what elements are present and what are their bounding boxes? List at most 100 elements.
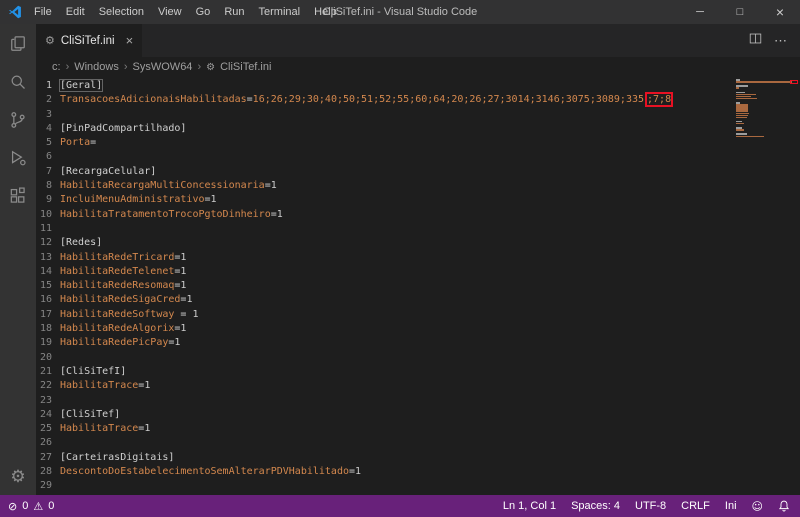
code-line[interactable]: 29 [36, 479, 800, 493]
more-actions-icon[interactable]: ⋯ [774, 33, 788, 49]
status-bar: ⊘ 0 ⚠ 0 Ln 1, Col 1 Spaces: 4 UTF-8 CRLF… [0, 495, 800, 517]
code-line[interactable]: 24[CliSiTef] [36, 408, 800, 422]
code-line[interactable]: 1[Geral] [36, 79, 800, 93]
code-line[interactable]: 9IncluiMenuAdministrativo=1 [36, 193, 800, 207]
code-line[interactable]: 20 [36, 351, 800, 365]
code-line[interactable]: 18HabilitaRedeAlgorix=1 [36, 322, 800, 336]
line-number: 17 [36, 308, 52, 322]
close-button[interactable]: × [760, 0, 800, 24]
code-text: [CarteirasDigitais] [60, 451, 174, 465]
eol-setting[interactable]: CRLF [681, 500, 710, 512]
notifications-bell-icon[interactable] [778, 499, 790, 513]
code-line[interactable]: 7[RecargaCelular] [36, 165, 800, 179]
code-text: IncluiMenuAdministrativo=1 [60, 193, 217, 207]
code-line[interactable]: 15HabilitaRedeResomaq=1 [36, 279, 800, 293]
menu-edit[interactable]: Edit [59, 6, 92, 18]
manage-gear-icon[interactable]: ⚙ [8, 467, 28, 487]
menu-run[interactable]: Run [217, 6, 251, 18]
line-number: 7 [36, 165, 52, 179]
warning-count: 0 [48, 500, 54, 512]
breadcrumb-item[interactable]: CliSiTef.ini [220, 61, 271, 73]
menu-file[interactable]: File [27, 6, 59, 18]
code-token: HabilitaRedeTelenet [60, 266, 174, 277]
code-line[interactable]: 19HabilitaRedePicPay=1 [36, 336, 800, 350]
code-line[interactable]: 11 [36, 222, 800, 236]
code-line[interactable]: 3 [36, 108, 800, 122]
code-line[interactable]: 8 HabilitaRecargaMultiConcessionaria=1 [36, 179, 800, 193]
tab-close-icon[interactable]: × [126, 33, 134, 48]
menu-selection[interactable]: Selection [92, 6, 151, 18]
line-number: 8 [36, 179, 52, 193]
code-token: HabilitaRedePicPay [60, 337, 168, 348]
code-line[interactable]: 21 [CliSiTefI] [36, 365, 800, 379]
code-token: [Geral] [60, 80, 102, 91]
code-text: [CliSiTefI] [60, 365, 126, 379]
code-text: [Redes] [60, 236, 102, 250]
status-bar-right: Ln 1, Col 1 Spaces: 4 UTF-8 CRLF Ini ☺ [503, 499, 790, 513]
source-control-icon[interactable] [8, 110, 28, 130]
line-number: 21 [36, 365, 52, 379]
code-line[interactable]: 6 [36, 150, 800, 164]
menu-go[interactable]: Go [189, 6, 218, 18]
extensions-icon[interactable] [8, 186, 28, 206]
indentation-setting[interactable]: Spaces: 4 [571, 500, 620, 512]
language-mode[interactable]: Ini [725, 500, 737, 512]
code-line[interactable]: 22HabilitaTrace=1 [36, 379, 800, 393]
run-debug-icon[interactable] [8, 148, 28, 168]
line-number: 15 [36, 279, 52, 293]
editor[interactable]: 1[Geral]2TransacoesAdicionaisHabilitadas… [36, 77, 800, 495]
line-number: 6 [36, 150, 52, 164]
code-line[interactable]: 16HabilitaRedeSigaCred=1 [36, 293, 800, 307]
code-text: HabilitaRecargaMultiConcessionaria=1 [60, 179, 277, 193]
encoding-setting[interactable]: UTF-8 [635, 500, 666, 512]
menu-view[interactable]: View [151, 6, 189, 18]
code-line[interactable]: 10HabilitaTratamentoTrocoPgtoDinheiro=1 [36, 208, 800, 222]
line-number: 13 [36, 251, 52, 265]
line-number: 2 [36, 93, 52, 107]
error-icon: ⊘ [8, 500, 17, 513]
code-line[interactable]: 17HabilitaRedeSoftway = 1 [36, 308, 800, 322]
ini-file-icon: ⚙ [45, 34, 55, 47]
line-number: 14 [36, 265, 52, 279]
minimap[interactable] [736, 79, 794, 140]
code-token: Porta [60, 137, 90, 148]
search-icon[interactable] [8, 72, 28, 92]
error-count: 0 [22, 500, 28, 512]
code-token: = [90, 137, 96, 148]
breadcrumb-item[interactable]: SysWOW64 [133, 61, 193, 73]
problems-indicator[interactable]: ⊘ 0 ⚠ 0 [8, 500, 54, 513]
code-line[interactable]: 27[CarteirasDigitais] [36, 451, 800, 465]
code-token: [CliSiTef] [60, 409, 120, 420]
tab-clisitef-ini[interactable]: ⚙ CliSiTef.ini × [36, 24, 142, 57]
code-token: 1 [180, 266, 186, 277]
menu-terminal[interactable]: Terminal [252, 6, 308, 18]
cursor-position[interactable]: Ln 1, Col 1 [503, 500, 556, 512]
breadcrumb-item[interactable]: c: [52, 61, 61, 73]
code-line[interactable]: 5Porta= [36, 136, 800, 150]
code-token: 1 [180, 280, 186, 291]
code-token: = [174, 309, 192, 320]
code-token: HabilitaTrace [60, 380, 138, 391]
code-token: HabilitaRedeSoftway [60, 309, 174, 320]
code-line[interactable]: 4[PinPadCompartilhado] [36, 122, 800, 136]
code-line[interactable]: 2 TransacoesAdicionaisHabilitadas=16;26;2… [36, 93, 800, 107]
code-line[interactable]: 25HabilitaTrace=1 [36, 422, 800, 436]
split-editor-icon[interactable] [749, 32, 762, 50]
code-lines: 1[Geral]2TransacoesAdicionaisHabilitadas… [36, 79, 800, 494]
maximize-button[interactable]: □ [720, 0, 760, 24]
breadcrumb-item[interactable]: Windows [74, 61, 119, 73]
code-line[interactable]: 23 [36, 394, 800, 408]
code-token: HabilitaRedeSigaCred [60, 294, 180, 305]
code-token: 1 [277, 209, 283, 220]
explorer-icon[interactable] [8, 34, 28, 54]
code-line[interactable]: 12[Redes] [36, 236, 800, 250]
minimize-button[interactable]: ─ [680, 0, 720, 24]
code-line[interactable]: 26 [36, 436, 800, 450]
line-number: 28 [36, 465, 52, 479]
code-line[interactable]: 13HabilitaRedeTricard=1 [36, 251, 800, 265]
code-line[interactable]: 28DescontoDoEstabelecimentoSemAlterarPDV… [36, 465, 800, 479]
line-number: 29 [36, 479, 52, 493]
code-text: TransacoesAdicionaisHabilitadas=16;26;29… [60, 93, 675, 107]
code-line[interactable]: 14HabilitaRedeTelenet=1 [36, 265, 800, 279]
feedback-smiley-icon[interactable]: ☺ [752, 500, 763, 513]
